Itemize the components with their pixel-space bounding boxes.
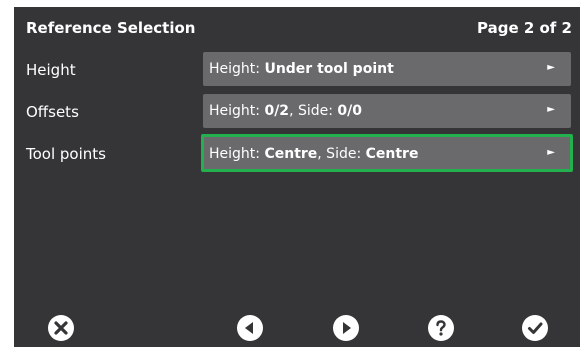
help-icon [436, 320, 446, 336]
offsets-selector-value: Height: 0/2, Side: 0/0 [209, 103, 363, 119]
previous-button[interactable] [237, 315, 263, 341]
close-button[interactable] [48, 315, 74, 341]
confirm-button[interactable] [522, 315, 548, 341]
page-indicator: Page 2 of 2 [477, 19, 572, 37]
next-icon [343, 322, 351, 334]
height-selector-value: Height: Under tool point [209, 61, 394, 77]
footer-toolbar [14, 307, 580, 347]
expand-arrow-icon: ► [547, 147, 555, 158]
row-label-offsets: Offsets [26, 103, 79, 121]
header: Reference Selection Page 2 of 2 [14, 7, 580, 47]
tool-points-selector[interactable]: Height: Centre, Side: Centre ► [201, 134, 573, 172]
screen: Reference Selection Page 2 of 2 Height H… [14, 7, 580, 347]
close-icon [54, 321, 68, 335]
row-label-tool-points: Tool points [26, 145, 106, 163]
check-icon [528, 322, 543, 334]
help-button[interactable] [428, 315, 454, 341]
row-label-height: Height [26, 61, 76, 79]
expand-arrow-icon: ► [547, 104, 555, 115]
previous-icon [245, 322, 253, 334]
offsets-selector[interactable]: Height: 0/2, Side: 0/0 ► [203, 94, 571, 128]
tool-points-selector-value: Height: Centre, Side: Centre [209, 146, 419, 162]
expand-arrow-icon: ► [547, 62, 555, 73]
height-selector[interactable]: Height: Under tool point ► [203, 52, 571, 86]
page-title: Reference Selection [26, 19, 196, 37]
next-button[interactable] [333, 315, 359, 341]
